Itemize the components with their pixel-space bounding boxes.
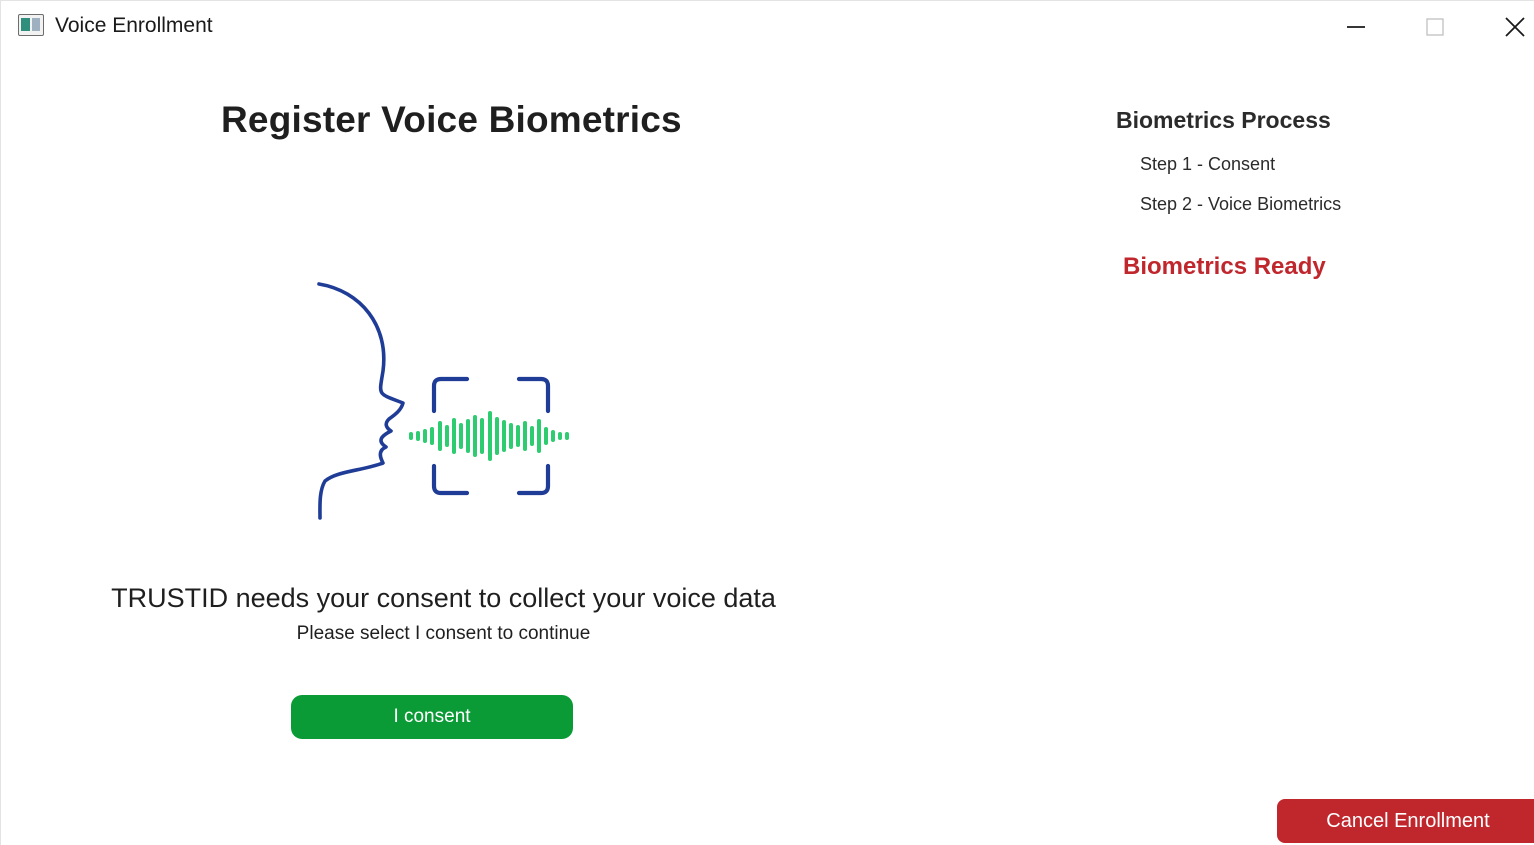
close-button[interactable] bbox=[1485, 7, 1534, 47]
consent-instruction: Please select I consent to continue bbox=[296, 623, 591, 644]
voice-biometrics-icon bbox=[317, 282, 569, 520]
step-consent: Step 1 - Consent bbox=[1140, 154, 1276, 174]
minimize-button[interactable] bbox=[1326, 7, 1386, 47]
face-profile-outline bbox=[317, 282, 405, 520]
step-voice-biometrics: Step 2 - Voice Biometrics bbox=[1140, 194, 1342, 214]
voice-enrollment-window: Voice Enrollment Register Voice Biometri… bbox=[0, 0, 1534, 845]
maximize-icon bbox=[1426, 18, 1444, 36]
page-title: Register Voice Biometrics bbox=[221, 99, 682, 140]
app-icon bbox=[18, 14, 44, 36]
consent-button[interactable]: I consent bbox=[291, 695, 573, 739]
status-badge: Biometrics Ready bbox=[1123, 253, 1326, 280]
title-bar: Voice Enrollment bbox=[1, 1, 1534, 53]
window-title: Voice Enrollment bbox=[55, 14, 213, 37]
consent-heading: TRUSTID needs your consent to collect yo… bbox=[111, 583, 776, 613]
sound-wave bbox=[409, 411, 569, 461]
process-title: Biometrics Process bbox=[1116, 107, 1331, 133]
cancel-enrollment-button[interactable]: Cancel Enrollment bbox=[1277, 799, 1534, 843]
maximize-button[interactable] bbox=[1405, 7, 1465, 47]
close-icon bbox=[1505, 17, 1525, 37]
minimize-icon bbox=[1347, 26, 1365, 28]
